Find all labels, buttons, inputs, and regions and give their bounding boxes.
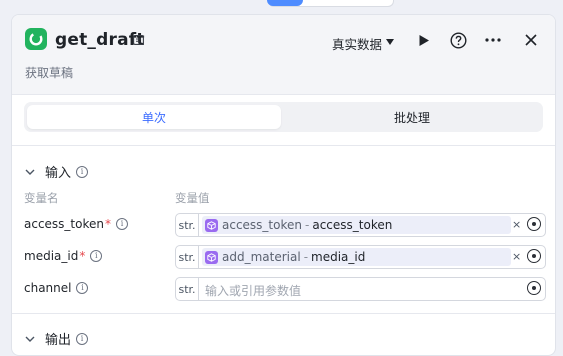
required-marker: * — [79, 249, 86, 263]
close-icon[interactable] — [522, 31, 540, 49]
reference-source: access_token — [222, 218, 302, 232]
param-name: access_token — [24, 217, 104, 231]
data-mode-select[interactable]: 真实数据 — [332, 34, 382, 53]
divider — [12, 145, 555, 146]
reference-separator: - — [303, 250, 309, 264]
node-logo-icon — [25, 28, 47, 50]
info-icon[interactable]: i — [116, 218, 128, 230]
play-icon[interactable] — [415, 31, 433, 49]
param-value-field-media-id[interactable]: str. add_material - media_id × — [175, 245, 546, 269]
param-value-field-access-token[interactable]: str. access_token - access_token × — [175, 213, 546, 237]
run-mode-tabs: 单次 批处理 — [24, 102, 543, 132]
tab-single[interactable]: 单次 — [27, 105, 281, 129]
info-icon[interactable]: i — [76, 165, 89, 178]
node-test-panel: get_draft 获取草稿 真实数据 单次 批处理 输入 i 变量名 变量值 … — [11, 14, 556, 356]
reference-picker-icon[interactable] — [527, 281, 541, 295]
top-toolbar-active-segment — [267, 0, 303, 6]
required-marker: * — [105, 217, 111, 231]
column-header-name: 变量名 — [24, 191, 59, 205]
caret-down-icon[interactable] — [386, 39, 394, 45]
param-label-channel: channel i — [24, 281, 89, 295]
info-icon[interactable]: i — [76, 332, 89, 345]
param-value-field-channel[interactable]: str. 输入或引用参数值 — [175, 277, 546, 301]
panel-header: get_draft 获取草稿 真实数据 — [12, 15, 555, 95]
variable-reference-tag[interactable]: add_material - media_id — [202, 248, 511, 266]
doc-icon[interactable] — [133, 35, 144, 45]
reference-variable: media_id — [311, 250, 366, 264]
more-icon[interactable] — [484, 31, 502, 49]
cube-icon — [205, 250, 218, 264]
reference-picker-icon[interactable] — [527, 217, 541, 231]
chevron-down-icon[interactable] — [24, 166, 36, 178]
divider — [12, 313, 555, 314]
clear-icon[interactable]: × — [512, 250, 521, 263]
node-title: get_draft — [55, 30, 145, 50]
column-header-value: 变量值 — [175, 191, 210, 205]
node-subtitle: 获取草稿 — [25, 66, 74, 80]
type-badge[interactable]: str. — [176, 214, 199, 236]
tab-batch[interactable]: 批处理 — [285, 105, 539, 129]
param-label-media-id: media_id * i — [24, 249, 103, 263]
info-icon[interactable]: i — [76, 282, 89, 294]
chevron-down-icon[interactable] — [24, 333, 36, 345]
reference-source: add_material — [222, 250, 301, 264]
output-section-header[interactable]: 输出 i — [24, 329, 89, 348]
variable-reference-tag[interactable]: access_token - access_token — [202, 216, 511, 234]
reference-separator: - — [305, 218, 310, 232]
reference-variable: access_token — [312, 218, 393, 232]
clear-icon[interactable]: × — [512, 218, 521, 231]
input-section-title: 输入 — [45, 166, 72, 181]
param-name: media_id — [24, 249, 79, 263]
cube-icon — [205, 218, 218, 232]
type-badge[interactable]: str. — [176, 246, 199, 268]
help-icon[interactable] — [449, 31, 467, 49]
input-section-header[interactable]: 输入 i — [24, 162, 89, 181]
info-icon[interactable]: i — [90, 250, 103, 262]
channel-input-placeholder[interactable]: 输入或引用参数值 — [205, 282, 301, 299]
param-name: channel — [24, 281, 72, 295]
param-label-access-token: access_token * i — [24, 217, 128, 231]
reference-picker-icon[interactable] — [527, 249, 541, 263]
top-toolbar-fragment — [267, 0, 394, 7]
output-section-title: 输出 — [45, 333, 72, 348]
type-badge[interactable]: str. — [176, 278, 199, 300]
